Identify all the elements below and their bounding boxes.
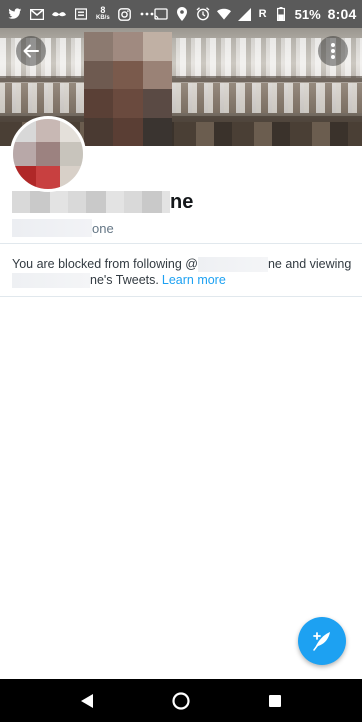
network-speed: 8 KB/s: [96, 6, 110, 22]
network-speed-value: 8: [100, 5, 106, 15]
avatar[interactable]: [10, 116, 86, 192]
compose-tweet-button[interactable]: [298, 617, 346, 665]
banner-waterfall-upper: [0, 38, 362, 78]
more-options-button[interactable]: [318, 36, 348, 66]
square-recents-icon: [269, 694, 281, 707]
learn-more-link[interactable]: Learn more: [162, 272, 226, 288]
nav-recents-button[interactable]: [255, 681, 295, 721]
blocked-notice-prefix: You are blocked from following @: [12, 257, 198, 271]
divider: [0, 296, 362, 297]
banner-ledge-upper: [0, 76, 362, 82]
clock: 8:04: [327, 6, 357, 22]
circle-home-icon: [172, 691, 190, 710]
banner-pixelated-figure: [84, 32, 172, 146]
sd-card-icon: [74, 7, 88, 21]
instagram-icon: [118, 7, 132, 21]
profile-name: ne: [12, 190, 193, 214]
compose-tweet-icon: [313, 632, 330, 651]
wifi-icon: [216, 7, 231, 21]
status-left-icons: 8 KB/s: [8, 6, 154, 22]
status-bar: 8 KB/s R 51% 8:04: [0, 0, 362, 28]
mustache-icon: [52, 7, 66, 21]
profile-handle-suffix: one: [92, 220, 114, 236]
system-nav-bar: [0, 679, 362, 722]
back-button[interactable]: [16, 36, 46, 66]
redacted-handle-block: [12, 219, 92, 237]
nav-home-button[interactable]: [161, 681, 201, 721]
redacted-name-block: [12, 191, 170, 213]
ellipsis-icon: [140, 7, 154, 21]
location-icon: [175, 7, 189, 21]
vertical-dots-icon: [331, 43, 335, 59]
status-right-icons: R 51% 8:04: [154, 6, 357, 22]
battery-icon: [274, 7, 288, 21]
twitter-icon: [8, 7, 22, 21]
divider: [0, 243, 362, 244]
blocked-notice: You are blocked from following @ ne and …: [12, 256, 354, 288]
triangle-back-icon: [81, 693, 93, 708]
blocked-notice-line-2: ne's Tweets. Learn more: [12, 272, 354, 288]
redacted-name-inline: [12, 272, 90, 288]
arrow-left-icon: [23, 44, 39, 58]
banner-waterfall-lower: [0, 83, 362, 113]
nav-back-button[interactable]: [67, 681, 107, 721]
redacted-handle-inline: [197, 256, 268, 272]
network-speed-unit: KB/s: [96, 15, 110, 21]
blocked-notice-line1-suffix: ne and viewing: [267, 257, 352, 271]
roaming-indicator: R: [258, 8, 267, 20]
alarm-icon: [196, 7, 210, 21]
signal-icon: [238, 7, 252, 21]
profile-handle: one: [12, 218, 114, 238]
profile-name-suffix: ne: [170, 190, 194, 213]
blocked-notice-line-1: You are blocked from following @ ne and …: [12, 256, 354, 272]
blocked-notice-line2-suffix: ne's Tweets.: [90, 273, 159, 287]
cast-icon: [154, 7, 168, 21]
battery-percent: 51%: [294, 6, 321, 22]
gmail-icon: [30, 7, 44, 21]
